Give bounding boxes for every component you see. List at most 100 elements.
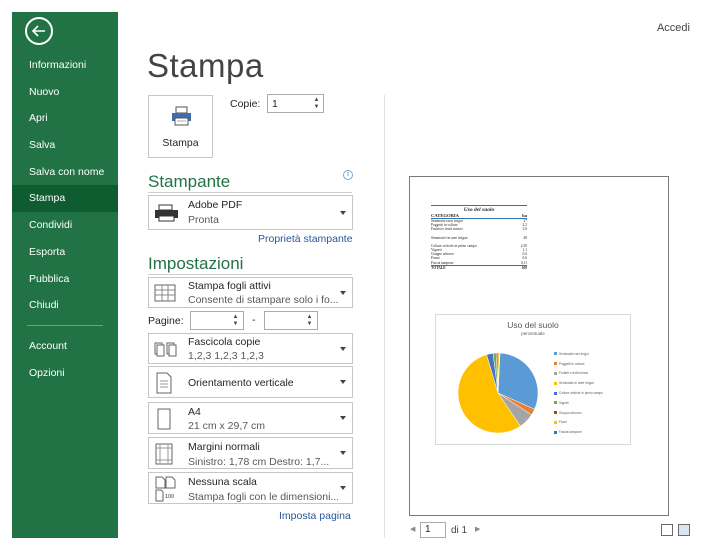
spin-down-icon[interactable]: ▼ [313, 104, 320, 111]
printer-properties-link[interactable]: Proprietà stampante [258, 233, 353, 245]
info-icon[interactable]: i [343, 170, 353, 180]
margins-desc: Sinistro: 1,78 cm Destro: 1,7... [188, 456, 330, 468]
spin-down-icon[interactable]: ▼ [232, 321, 239, 328]
preview-total-value: 100 [521, 265, 527, 270]
pages-to-input[interactable]: ▲ ▼ [264, 311, 318, 330]
chevron-down-icon [340, 416, 346, 420]
legend-item: Gruppo arboreo [554, 408, 630, 418]
page-title: Stampa [147, 47, 264, 84]
legend-swatch [554, 401, 557, 405]
legend-label: Gruppo arboreo [559, 410, 582, 415]
sidebar-item-opzioni[interactable]: Opzioni [12, 360, 118, 387]
pie-svg [457, 352, 539, 434]
paper-size-dropdown[interactable]: A4 21 cm x 29,7 cm [148, 402, 353, 434]
legend-swatch [554, 430, 557, 434]
preview-table-body: Seminativi non irrigui 27 Poggetti in colt… [431, 219, 527, 265]
sidebar-item-informazioni[interactable]: Informazioni [12, 52, 118, 79]
collate-dropdown[interactable]: Fascicola copie 1,2,3 1,2,3 1,2,3 [148, 333, 353, 364]
margins-dropdown[interactable]: Margini normali Sinistro: 1,78 cm Destro… [148, 437, 353, 469]
preview-total-label: TOTALE [431, 265, 446, 270]
spin-up-icon[interactable]: ▲ [232, 314, 239, 321]
legend-item: Seminativi non irrigui [554, 349, 630, 359]
next-page-icon[interactable]: ▶ [475, 525, 480, 533]
legend-item: Poggetti in colture [554, 359, 630, 369]
pane-divider [384, 95, 385, 538]
show-margins-icon[interactable] [661, 524, 673, 536]
sidebar-item-condividi[interactable]: Condividi [12, 212, 118, 239]
legend-label: Fascia tampone [559, 430, 582, 435]
paper-size-desc: 21 cm x 29,7 cm [188, 420, 266, 432]
back-button[interactable] [25, 17, 53, 45]
pages-to-spinner[interactable]: ▲ ▼ [306, 314, 313, 328]
orientation-dropdown[interactable]: Orientamento verticale [148, 366, 353, 398]
collate-pages-icon [154, 342, 177, 357]
sidebar-item-nuovo[interactable]: Nuovo [12, 79, 118, 106]
printer-section-title: Stampante [148, 172, 231, 191]
legend-item: Seminativi in aree irrigue [554, 378, 630, 388]
copies-spinner[interactable]: ▲ ▼ [313, 97, 320, 111]
copies-label: Copie: [230, 98, 261, 110]
arrow-left-icon [32, 25, 45, 37]
print-button[interactable]: Stampa [148, 95, 213, 158]
prev-page-icon[interactable]: ◀ [410, 525, 415, 533]
section-divider [148, 192, 352, 193]
sidebar-item-apri[interactable]: Apri [12, 105, 118, 132]
print-what-dropdown[interactable]: Stampa fogli attivi Consente di stampare… [148, 277, 353, 308]
table-cell-label: Frutteti e frutti minori [431, 227, 463, 232]
legend-label: Frutteti e frutti minori [559, 371, 589, 376]
pages-from-spinner[interactable]: ▲ ▼ [232, 314, 239, 328]
sidebar-menu: Informazioni Nuovo Apri Salva Salva con nome… [12, 52, 118, 319]
chevron-down-icon [340, 210, 346, 215]
printer-dropdown[interactable]: Adobe PDF Pronta [148, 195, 353, 230]
preview-header-cell: CATEGORIA [431, 213, 459, 218]
portrait-page-icon [156, 372, 172, 394]
legend-label: Vigneti [559, 400, 569, 405]
sidebar-item-stampa[interactable]: Stampa [12, 185, 118, 213]
table-cell-value: 0,11 [520, 260, 527, 265]
chevron-down-icon [340, 346, 346, 351]
pages-from-input[interactable]: ▲ ▼ [190, 311, 244, 330]
spin-up-icon[interactable]: ▲ [306, 314, 313, 321]
sidebar-item-salva[interactable]: Salva [12, 132, 118, 159]
paper-size-title: A4 [188, 406, 201, 418]
sidebar-menu-bottom: Account Opzioni [12, 333, 118, 386]
legend-label: Seminativi non irrigui [559, 351, 589, 356]
printer-status: Pronta [188, 214, 219, 226]
scaling-title: Nessuna scala [188, 476, 257, 488]
sidebar-item-chiudi[interactable]: Chiudi [12, 292, 118, 319]
printer-name: Adobe PDF [188, 199, 243, 211]
sidebar-item-account[interactable]: Account [12, 333, 118, 360]
legend-item: Fascia tampone [554, 427, 630, 437]
page-number-input[interactable]: 1 [420, 522, 446, 538]
copies-stepper[interactable]: ▲ ▼ [267, 94, 324, 113]
signin-link[interactable]: Accedi [657, 22, 690, 34]
backstage-sidebar: Informazioni Nuovo Apri Salva Salva con nome… [12, 12, 118, 538]
margins-icon [155, 443, 173, 465]
chevron-down-icon [340, 451, 346, 455]
legend-label: Fiumi [559, 420, 567, 425]
scaling-dropdown[interactable]: 100 Nessuna scala Stampa fogli con le di… [148, 472, 353, 504]
chart-legend: Seminativi non irrigui Poggetti in coltur… [554, 349, 630, 437]
legend-swatch [554, 420, 557, 424]
page-count-label: di 1 [451, 525, 468, 536]
zoom-to-page-icon[interactable] [678, 524, 690, 536]
spin-up-icon[interactable]: ▲ [313, 97, 320, 104]
legend-swatch [554, 411, 557, 415]
table-row: Frutteti e frutti minori 5,6 [431, 227, 527, 231]
sidebar-item-salva-con-nome[interactable]: Salva con nome [12, 159, 118, 186]
preview-table: Uso del suolo CATEGORIA ha Seminativi no… [431, 205, 527, 270]
chevron-down-icon [340, 290, 346, 295]
printer-device-icon [155, 204, 178, 222]
scaling-icon-label: 100 [165, 494, 175, 500]
page-setup-link[interactable]: Imposta pagina [279, 510, 351, 522]
legend-item: Frutteti e frutti minori [554, 369, 630, 379]
printer-icon [172, 106, 191, 126]
copies-input[interactable] [268, 95, 308, 112]
spin-down-icon[interactable]: ▼ [306, 321, 313, 328]
sidebar-item-pubblica[interactable]: Pubblica [12, 266, 118, 293]
table-cell-value: 48 [523, 235, 527, 240]
legend-label: Seminativi in aree irrigue [559, 381, 595, 386]
settings-section-title: Impostazioni [148, 254, 244, 273]
table-cell-label: Fascia tampone [431, 260, 454, 265]
sidebar-item-esporta[interactable]: Esporta [12, 239, 118, 266]
